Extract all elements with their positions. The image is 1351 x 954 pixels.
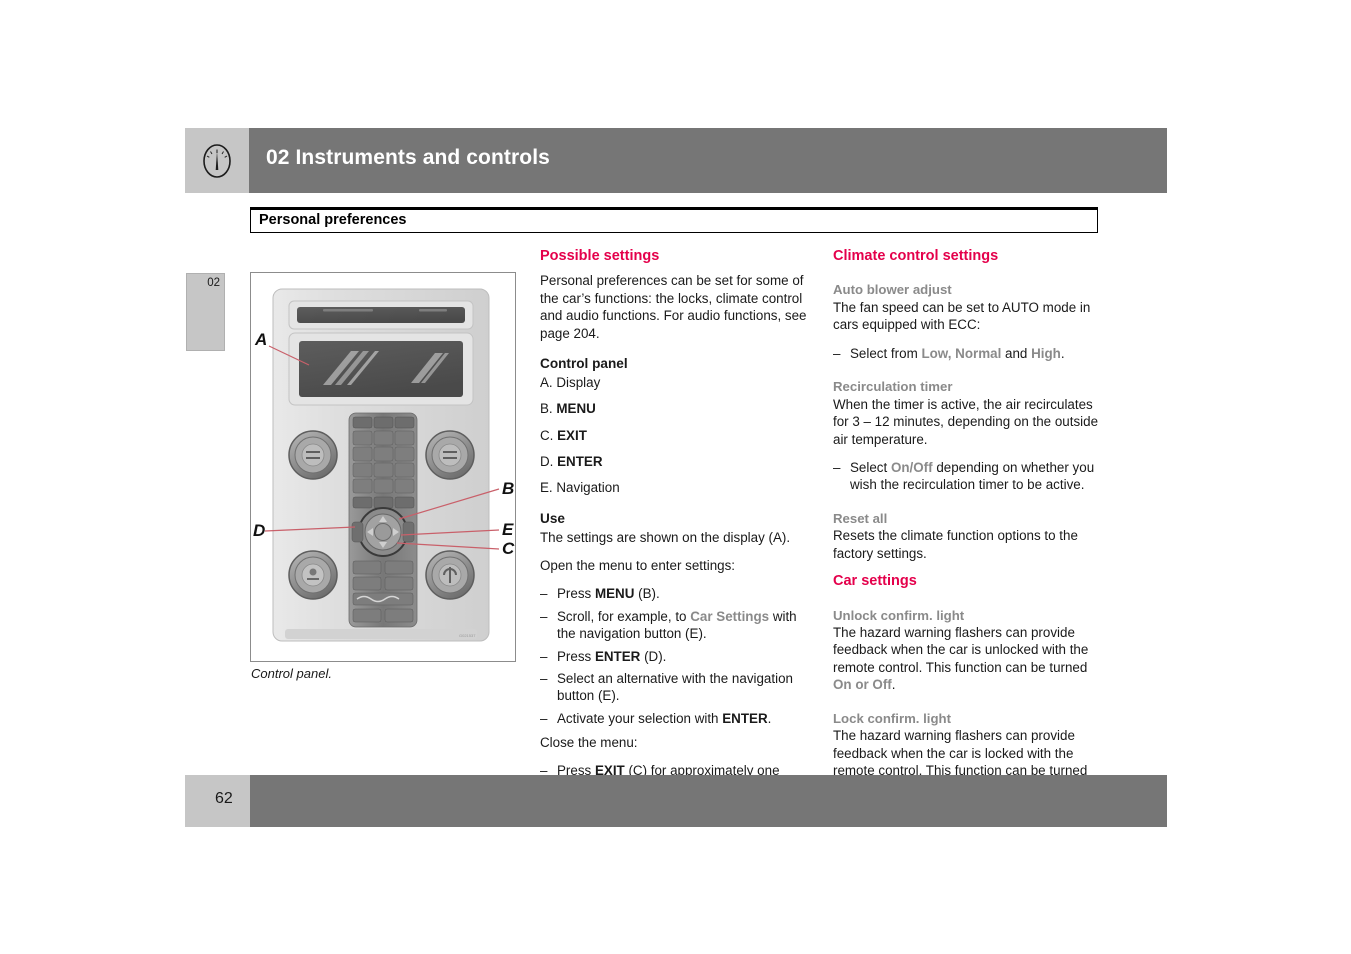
figure-callout-e: E xyxy=(502,520,514,539)
bullet-dash: – xyxy=(540,586,548,602)
page-number: 62 xyxy=(215,790,233,807)
control-panel-item-d: D. ENTER xyxy=(540,453,810,470)
recirculation-bullet: – Select On/Off depending on whether you … xyxy=(833,459,1101,494)
bullet-1-bold: MENU xyxy=(594,586,635,602)
subheading-unlock-confirm-light: Unlock confirm. light xyxy=(833,607,965,623)
chapter-side-tab: 02 xyxy=(186,273,225,351)
bullet-1-post: (B). xyxy=(634,586,660,602)
unlock-pre: The hazard warning flashers can provide … xyxy=(833,625,1089,675)
auto-blower-post: . xyxy=(1060,345,1065,361)
control-panel-item-c: C. EXIT xyxy=(540,427,810,444)
control-panel-item-a: A. Display xyxy=(540,374,810,391)
item-e-label: Navigation xyxy=(556,480,620,496)
svg-text:G021537: G021537 xyxy=(459,633,476,638)
bullet-5-post: . xyxy=(767,710,772,726)
item-b-label: MENU xyxy=(556,401,596,417)
right-column: Climate control settings Auto blower adj… xyxy=(833,248,1101,808)
auto-blower-bullet: – Select from Low, Normal and High. xyxy=(833,345,1101,362)
use-bullet-2: – Scroll, for example, to Car Settings wi… xyxy=(540,608,810,643)
heading-car-settings: Car settings xyxy=(833,573,917,590)
bullet-dash: – xyxy=(833,345,841,361)
auto-blower-gray-1: Low, Normal xyxy=(921,345,1002,361)
bullet-dash: – xyxy=(833,459,841,475)
auto-blower-mid: and xyxy=(1001,345,1032,361)
bullet-dash: – xyxy=(540,648,548,664)
figure-callout-a: A xyxy=(254,330,267,349)
reset-all-body: Resets the climate function options to t… xyxy=(833,528,1078,561)
recirculation-gray: On/Off xyxy=(890,459,933,475)
item-c-label: EXIT xyxy=(557,427,587,443)
gauge-icon xyxy=(198,142,236,185)
control-panel-illustration: G021537 A B E C D xyxy=(250,272,516,662)
item-a-prefix: A. xyxy=(540,374,557,390)
bullet-2-gray: Car Settings xyxy=(690,608,770,624)
unlock-post: . xyxy=(891,677,896,693)
subheading-lock-confirm-light: Lock confirm. light xyxy=(833,710,951,726)
possible-settings-intro: Personal preferences can be set for some… xyxy=(540,273,807,341)
use-bullet-5: – Activate your selection with ENTER. xyxy=(540,710,810,727)
middle-column: Possible settings Personal preferences c… xyxy=(540,248,810,802)
auto-blower-pre: Select from xyxy=(850,345,922,361)
bullet-dash: – xyxy=(540,608,548,624)
control-panel-item-e: E. Navigation xyxy=(540,479,810,496)
item-a-label: Display xyxy=(556,374,601,390)
bullet-4-pre: Select an alternative with the navigatio… xyxy=(557,671,793,704)
footer-bar xyxy=(250,775,1167,827)
use-bullet-4: – Select an alternative with the navigati… xyxy=(540,670,810,705)
item-e-prefix: E. xyxy=(540,480,557,496)
use-line-1: The settings are shown on the display (A… xyxy=(540,529,791,545)
chapter-number: 02 xyxy=(207,277,220,289)
figure-callout-c: C xyxy=(502,539,515,558)
bullet-5-pre: Activate your selection with xyxy=(557,710,723,726)
heading-climate-control-settings: Climate control settings xyxy=(833,248,999,264)
page-header: 02 Instruments and controls xyxy=(185,128,1167,193)
section-title-box: Personal preferences xyxy=(250,207,1098,233)
use-bullet-1: – Press MENU (B). xyxy=(540,585,810,602)
bullet-2-pre: Scroll, for example, to xyxy=(557,608,691,624)
figure-caption: Control panel. xyxy=(251,666,332,681)
item-d-label: ENTER xyxy=(557,454,603,470)
use-line-2: Open the menu to enter settings: xyxy=(540,557,736,573)
heading-possible-settings: Possible settings xyxy=(540,248,660,264)
control-panel-item-b: B. MENU xyxy=(540,400,810,417)
recirculation-body: When the timer is active, the air recirc… xyxy=(833,396,1099,447)
chapter-title: 02 Instruments and controls xyxy=(266,146,550,169)
use-bullet-3: – Press ENTER (D). xyxy=(540,648,810,665)
auto-blower-body: The fan speed can be set to AUTO mode in… xyxy=(833,299,1091,333)
subheading-auto-blower-adjust: Auto blower adjust xyxy=(833,282,952,298)
subheading-reset-all: Reset all xyxy=(833,510,888,526)
figure-callout-d: D xyxy=(253,521,265,540)
heading-control-panel: Control panel xyxy=(540,356,628,372)
bullet-dash: – xyxy=(540,710,548,726)
bullet-3-pre: Press xyxy=(557,648,595,664)
subheading-recirculation-timer: Recirculation timer xyxy=(833,379,953,395)
section-title: Personal preferences xyxy=(259,212,407,228)
bullet-3-bold: ENTER xyxy=(594,648,641,664)
footer-page-box: 62 xyxy=(185,775,250,827)
auto-blower-gray-2: High xyxy=(1031,345,1061,361)
unlock-gray: On or Off xyxy=(833,677,892,693)
bullet-5-bold: ENTER xyxy=(722,710,768,726)
unlock-body: The hazard warning flashers can provide … xyxy=(833,624,1101,694)
recirculation-pre: Select xyxy=(850,459,891,475)
item-b-prefix: B. xyxy=(540,401,557,417)
chapter-icon-box xyxy=(185,128,249,193)
bullet-dash: – xyxy=(540,671,548,687)
item-d-prefix: D. xyxy=(540,454,558,470)
lock-pre: The hazard warning flashers can provide … xyxy=(833,728,1088,779)
figure-callout-b: B xyxy=(502,479,514,498)
control-panel-svg: G021537 A B E C D xyxy=(253,288,515,642)
close-menu-line: Close the menu: xyxy=(540,735,638,751)
bullet-3-post: (D). xyxy=(640,648,667,664)
bullet-1-pre: Press xyxy=(557,586,595,602)
manual-page: 02 Instruments and controls Personal pre… xyxy=(0,0,1351,954)
item-c-prefix: C. xyxy=(540,427,558,443)
heading-use: Use xyxy=(540,510,565,526)
